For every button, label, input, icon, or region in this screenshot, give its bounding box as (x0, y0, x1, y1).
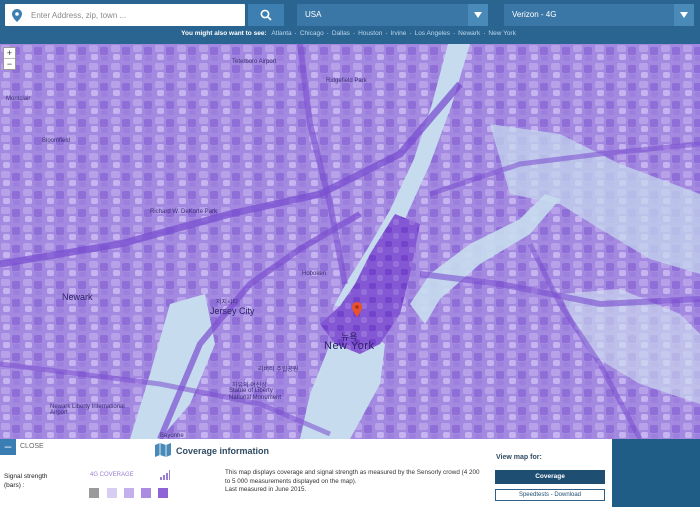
view-map-for-title: View map for: (496, 454, 542, 461)
city-link-dallas[interactable]: Dallas (332, 30, 350, 37)
map-label-jersey-city: Jersey City (210, 306, 255, 316)
map-label-teterboro: Teterboro Airport (232, 59, 277, 65)
city-link-new-york[interactable]: New York (488, 30, 515, 37)
country-select-value: USA (305, 10, 322, 19)
zoom-out-button[interactable]: − (4, 58, 15, 69)
network-select[interactable]: Verizon - 4G (504, 4, 694, 26)
map-label-statue-en2: National Monument (229, 395, 282, 401)
search-icon (260, 9, 272, 21)
coverage-description: This map displays coverage and signal st… (225, 469, 480, 495)
map-label-new-york: New York (324, 340, 375, 352)
coverage-info-title: Coverage information (176, 446, 270, 456)
map-label-statue-en1: Statue of Liberty (229, 388, 273, 394)
map-label-jersey-city-kr: 저지시티 (216, 300, 239, 306)
coverage-description-text: This map displays coverage and signal st… (225, 469, 480, 485)
map-canvas (0, 44, 700, 439)
map-label-hoboken: Hoboken (302, 271, 327, 277)
map-marker-icon[interactable] (352, 302, 362, 317)
suggested-cities: You might also want to see: Atlanta · Chic… (181, 30, 516, 37)
legend-swatch-0-bars (89, 488, 99, 498)
search-button[interactable] (248, 4, 284, 26)
map-label-newark-airport: Newark Liberty International Airport (50, 404, 125, 416)
country-select[interactable]: USA (297, 4, 488, 26)
last-measured-text: Last measured in June 2015. (225, 486, 307, 493)
signal-bars-icon (160, 470, 170, 480)
country-dropdown-arrow[interactable] (468, 4, 488, 26)
city-link-chicago[interactable]: Chicago (300, 30, 324, 37)
zoom-in-button[interactable]: + (4, 48, 15, 58)
legend-swatch-4-bars (158, 488, 168, 498)
city-link-los-angeles[interactable]: Los Angeles (415, 30, 450, 37)
zoom-control: + − (3, 47, 16, 70)
minus-icon: – (0, 439, 16, 455)
map-label-montclair: Montclair (6, 96, 31, 102)
coverage-type-label: 4G COVERAGE (90, 472, 134, 478)
network-select-value: Verizon - 4G (512, 10, 557, 19)
city-link-irvine[interactable]: Irvine (391, 30, 407, 37)
location-pin-icon (12, 9, 22, 22)
map-label-ridgefield: Ridgefield Park (326, 78, 367, 84)
map-label-newark: Newark (62, 292, 93, 302)
city-link-atlanta[interactable]: Atlanta (271, 30, 291, 37)
search-input[interactable] (5, 4, 245, 26)
coverage-info-panel: – CLOSE Coverage information Signal stre… (0, 439, 612, 507)
network-dropdown-arrow[interactable] (674, 4, 694, 26)
top-bar: USA Verizon - 4G You might also want to … (0, 0, 700, 44)
suggested-cities-lead: You might also want to see: (181, 30, 267, 37)
map-label-richard-park: Richard W. DeKorte Park (150, 209, 218, 215)
map-label-liberty-park: 리버티 주립공원 (258, 367, 299, 373)
city-link-houston[interactable]: Houston (358, 30, 382, 37)
map-icon (155, 443, 171, 457)
close-label: CLOSE (20, 443, 44, 450)
chevron-down-icon (474, 12, 482, 18)
close-panel-button[interactable]: – CLOSE (0, 439, 58, 455)
signal-strength-label: Signal strength (bars) : (4, 473, 48, 489)
legend-swatch-3-bars (141, 488, 151, 498)
coverage-map[interactable]: + − Montclair Bloomfield Newark 저지시티 Jer… (0, 44, 700, 439)
map-label-bloomfield: Bloomfield (42, 138, 71, 144)
legend-swatch-1-bars (107, 488, 117, 498)
speedtests-download-button[interactable]: Speedtests - Download (495, 489, 605, 501)
city-link-newark[interactable]: Newark (458, 30, 480, 37)
legend-swatch-2-bars (124, 488, 134, 498)
chevron-down-icon (680, 12, 688, 18)
coverage-button[interactable]: Coverage (495, 470, 605, 484)
